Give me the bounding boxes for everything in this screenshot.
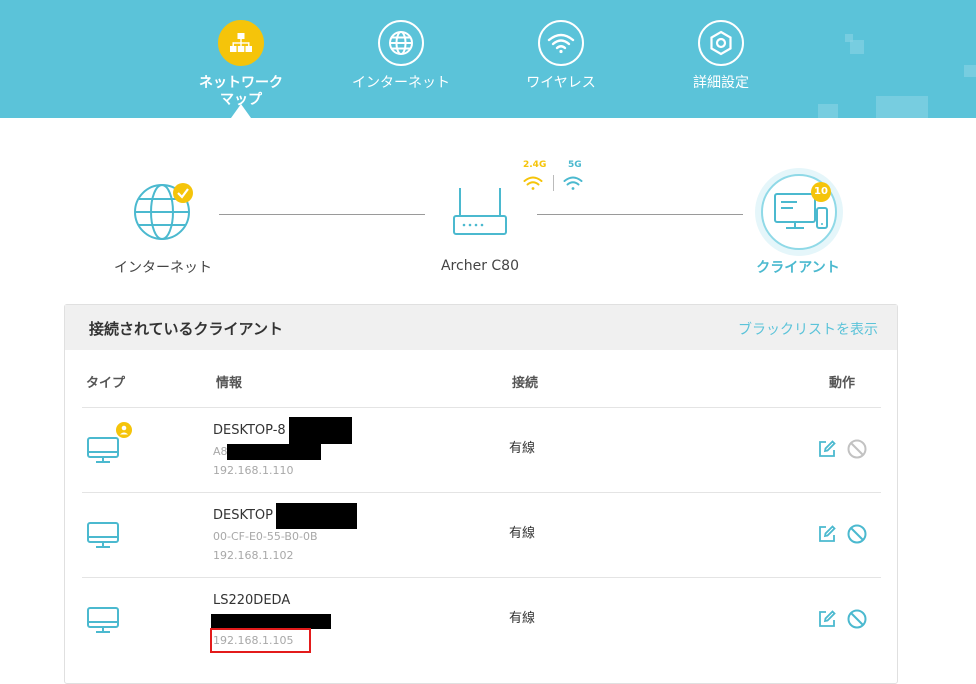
client-mac: A8 (213, 445, 228, 458)
router-node[interactable] (451, 186, 509, 238)
decor-block (818, 104, 838, 118)
clients-node[interactable]: 10 (755, 168, 843, 256)
wifi-5g-icon (563, 176, 583, 190)
client-mac: 00-CF-E0-55-B0-0B (213, 530, 318, 543)
redaction-block (211, 614, 331, 629)
client-ip: 192.168.1.110 (213, 464, 294, 477)
client-connection: 有線 (509, 611, 536, 626)
gear-icon (698, 20, 744, 66)
client-name: DESKTOP-8 (213, 423, 286, 438)
column-header-action: 動作 (829, 376, 856, 391)
router-icon (453, 188, 507, 235)
decor-block (964, 65, 976, 77)
nav-wireless[interactable]: ワイヤレス (491, 20, 631, 92)
decor-block (845, 34, 853, 42)
table-row: DESKTOP 00-CF-E0-55-B0-0B 192.168.1.102 … (82, 492, 881, 577)
redaction-block (227, 444, 321, 460)
edit-icon[interactable] (818, 525, 836, 543)
band-2-4g-label: 2.4G (523, 160, 547, 170)
connected-check-icon (173, 183, 193, 203)
decor-block (876, 96, 928, 118)
active-tab-pointer (231, 104, 251, 118)
nav-wireless-label: ワイヤレス (526, 75, 596, 91)
client-name: LS220DEDA (213, 593, 291, 608)
column-header-connection: 接続 (512, 376, 539, 391)
client-name: DESKTOP (213, 508, 274, 523)
pc-icon (87, 522, 119, 548)
nav-network-map-label-line1: ネットワーク (199, 75, 283, 91)
guest-user-badge-icon (116, 422, 132, 438)
nav-advanced[interactable]: 詳細設定 (651, 20, 791, 92)
nav-network-map[interactable]: ネットワーク マップ (171, 20, 311, 109)
table-row: DESKTOP-8 A8 192.168.1.110 有線 (82, 407, 881, 492)
connected-clients-panel: 接続されているクライアント ブラックリストを表示 タイプ 情報 接続 動作 DE… (64, 304, 898, 684)
band-divider (553, 175, 554, 191)
redaction-block (289, 417, 352, 444)
show-blacklist-link[interactable]: ブラックリストを表示 (738, 319, 878, 339)
edit-icon[interactable] (818, 440, 836, 458)
pc-icon (87, 607, 119, 633)
wifi-icon (538, 20, 584, 66)
nav-advanced-label: 詳細設定 (693, 75, 749, 91)
band-5g-label: 5G (568, 160, 582, 170)
block-icon[interactable] (847, 524, 867, 544)
clients-node-inner: 10 (761, 174, 837, 250)
column-header-info: 情報 (216, 376, 243, 391)
table-row: LS220DEDA 192.168.1.105 有線 (82, 577, 881, 662)
top-navigation-bar: ネットワーク マップ インターネット ワイヤレス 詳細設定 (0, 0, 976, 118)
clients-label: クライアント (756, 260, 840, 276)
client-connection: 有線 (509, 526, 536, 541)
internet-node[interactable] (133, 183, 195, 243)
column-header-type: タイプ (86, 376, 126, 391)
decor-block (850, 40, 864, 54)
panel-title: 接続されているクライアント (89, 320, 283, 338)
globe-icon (378, 20, 424, 66)
block-icon[interactable] (847, 609, 867, 629)
client-connection: 有線 (509, 441, 536, 456)
nav-internet-label: インターネット (352, 75, 450, 91)
pc-icon (87, 437, 119, 463)
connection-line (537, 214, 743, 215)
nav-internet[interactable]: インターネット (331, 20, 471, 92)
internet-label: インターネット (114, 260, 212, 276)
wifi-2-4g-icon (523, 176, 543, 190)
client-count-badge: 10 (811, 182, 831, 202)
panel-header: 接続されているクライアント ブラックリストを表示 (65, 305, 897, 350)
redaction-block (276, 503, 357, 529)
edit-icon[interactable] (818, 610, 836, 628)
ip-highlight-box (210, 628, 311, 653)
network-map-icon (218, 20, 264, 66)
block-icon[interactable] (847, 439, 867, 459)
client-ip: 192.168.1.102 (213, 549, 294, 562)
connection-line (219, 214, 425, 215)
router-label: Archer C80 (440, 258, 519, 274)
